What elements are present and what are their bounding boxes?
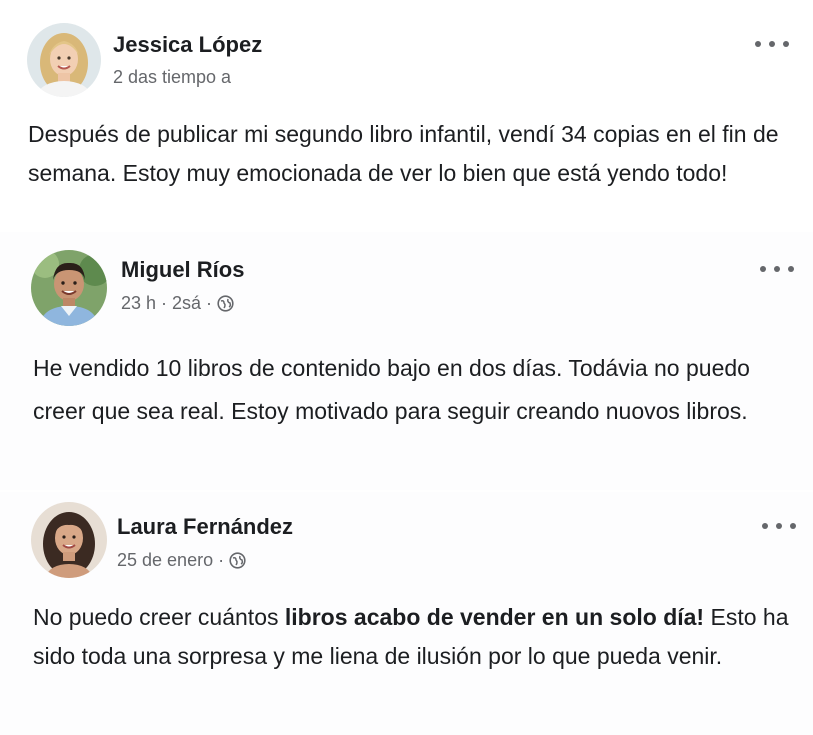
globe-icon bbox=[229, 552, 246, 569]
timestamp-text: 2 das tiempo a bbox=[113, 67, 232, 87]
globe-icon bbox=[217, 295, 234, 312]
post-timestamp[interactable]: 25 de enero · bbox=[117, 550, 246, 571]
timestamp-text: 23 h · 2sá · bbox=[121, 293, 213, 313]
more-options-icon[interactable] bbox=[762, 517, 796, 535]
post-text: No puedo creer cuántos libros acabo de v… bbox=[33, 598, 793, 676]
post-text-bold: libros acabo de vender en un solo día! bbox=[284, 604, 705, 630]
post-text: Después de publicar mi segundo libro inf… bbox=[28, 121, 779, 186]
dot bbox=[769, 41, 775, 47]
more-options-icon[interactable] bbox=[755, 35, 789, 53]
author-name[interactable]: Miguel Ríos bbox=[121, 257, 244, 283]
more-options-icon[interactable] bbox=[760, 260, 794, 278]
post-timestamp[interactable]: 23 h · 2sá · bbox=[121, 293, 234, 314]
post-text-part: No puedo creer cuántos bbox=[33, 604, 285, 630]
dot bbox=[790, 523, 796, 529]
dot bbox=[755, 41, 761, 47]
post-jessica: Jessica López 2 das tiempo a Después de … bbox=[0, 0, 813, 228]
avatar-icon[interactable] bbox=[27, 23, 101, 97]
post-laura: Laura Fernández 25 de enero · No puedo c… bbox=[0, 492, 813, 735]
dot bbox=[776, 523, 782, 529]
avatar-icon[interactable] bbox=[31, 502, 107, 578]
dot bbox=[760, 266, 766, 272]
post-miguel: Miguel Ríos 23 h · 2sá · He vendido 10 l… bbox=[0, 232, 813, 490]
dot bbox=[774, 266, 780, 272]
author-name[interactable]: Laura Fernández bbox=[117, 514, 293, 540]
timestamp-text: 25 de enero · bbox=[117, 550, 225, 570]
avatar-icon[interactable] bbox=[31, 250, 107, 326]
post-timestamp[interactable]: 2 das tiempo a bbox=[113, 67, 231, 88]
dot bbox=[762, 523, 768, 529]
dot bbox=[783, 41, 789, 47]
dot bbox=[788, 266, 794, 272]
post-text: He vendido 10 libros de contenido bajo e… bbox=[33, 355, 750, 424]
author-name[interactable]: Jessica López bbox=[113, 32, 262, 58]
